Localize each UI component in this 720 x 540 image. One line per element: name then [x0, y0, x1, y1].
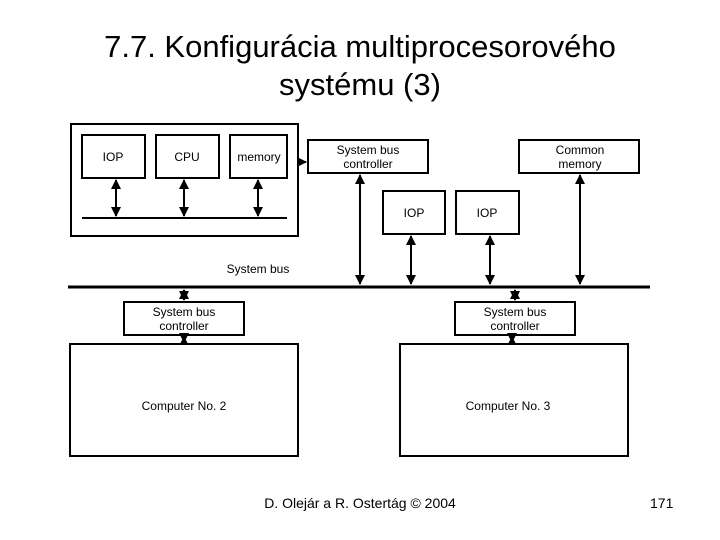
sbc3-label-line-2: controller [490, 319, 539, 333]
iop-2-label: IOP [404, 206, 425, 220]
common-memory-label-line-1: Common [556, 143, 605, 157]
page-number: 171 [650, 495, 674, 511]
system-bus-label: System bus [227, 262, 290, 276]
sbc1-label-line-1: System bus [337, 143, 400, 157]
cpu-label: CPU [174, 150, 199, 164]
iop-label: IOP [103, 150, 124, 164]
sbc2-label-line-2: controller [159, 319, 208, 333]
iop-3-label: IOP [477, 206, 498, 220]
sbc1-label-line-2: controller [343, 157, 392, 171]
computer-2-label: Computer No. 2 [142, 399, 227, 413]
common-memory-label-line-2: memory [558, 157, 601, 171]
footer-copyright: D. Olejár a R. Ostertág © 2004 [264, 495, 456, 511]
multiprocessor-diagram: IOP CPU memory System bus controller IOP… [68, 123, 650, 457]
sbc3-label-line-1: System bus [484, 305, 547, 319]
computer-3-label: Computer No. 3 [466, 399, 551, 413]
memory-label: memory [237, 150, 280, 164]
sbc2-label-line-1: System bus [153, 305, 216, 319]
